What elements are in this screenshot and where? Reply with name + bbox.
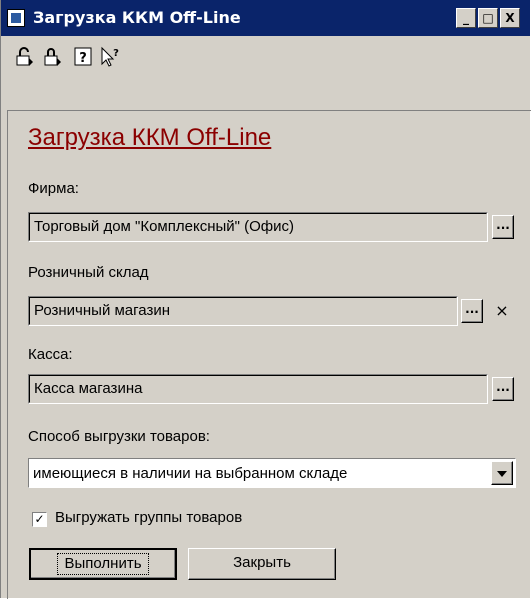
- execute-button[interactable]: Выполнить: [29, 548, 177, 580]
- cash-field[interactable]: Касса магазина: [28, 374, 488, 404]
- unlock-icon[interactable]: [15, 46, 37, 68]
- warehouse-select-button[interactable]: ...: [461, 299, 483, 323]
- chevron-down-icon[interactable]: [491, 461, 513, 485]
- maximize-button[interactable]: □: [478, 8, 498, 28]
- cash-select-button[interactable]: ...: [492, 377, 514, 401]
- firm-value[interactable]: Торговый дом "Комплексный" (Офис): [29, 213, 487, 241]
- close-button[interactable]: X: [500, 8, 520, 28]
- export-groups-checkbox[interactable]: ✓: [32, 512, 47, 527]
- export-mode-label: Способ выгрузки товаров:: [28, 428, 210, 445]
- window-title: Загрузка ККМ Off-Line: [33, 8, 241, 27]
- warehouse-value[interactable]: Розничный магазин: [29, 297, 457, 325]
- close-form-button[interactable]: Закрыть: [188, 548, 336, 580]
- cash-label: Касса:: [28, 346, 73, 363]
- firm-label: Фирма:: [28, 180, 79, 197]
- warehouse-clear-button[interactable]: ×: [493, 299, 511, 323]
- export-mode-select[interactable]: имеющиеся в наличии на выбранном складе: [28, 458, 516, 488]
- minimize-button[interactable]: _: [456, 8, 476, 28]
- app-icon: [7, 9, 25, 27]
- execute-button-label: Выполнить: [57, 553, 149, 575]
- lock-icon[interactable]: [43, 46, 65, 68]
- svg-text:?: ?: [113, 48, 119, 59]
- svg-text:?: ?: [79, 51, 87, 66]
- form-title: Загрузка ККМ Off-Line: [28, 124, 272, 151]
- toolbar: ? ?: [1, 36, 530, 80]
- export-groups-label[interactable]: Выгружать группы товаров: [55, 509, 242, 526]
- export-mode-value: имеющиеся в наличии на выбранном складе: [33, 465, 348, 482]
- warehouse-label: Розничный склад: [28, 264, 149, 281]
- firm-field[interactable]: Торговый дом "Комплексный" (Офис): [28, 212, 488, 242]
- firm-select-button[interactable]: ...: [492, 215, 514, 239]
- help-icon[interactable]: ?: [73, 46, 95, 68]
- dialog-window: Загрузка ККМ Off-Line _ □ X ? ? Загрузка…: [0, 0, 531, 599]
- cash-value[interactable]: Касса магазина: [29, 375, 487, 403]
- context-help-icon[interactable]: ?: [99, 46, 121, 68]
- warehouse-field[interactable]: Розничный магазин: [28, 296, 458, 326]
- title-bar[interactable]: Загрузка ККМ Off-Line _ □ X: [1, 0, 530, 36]
